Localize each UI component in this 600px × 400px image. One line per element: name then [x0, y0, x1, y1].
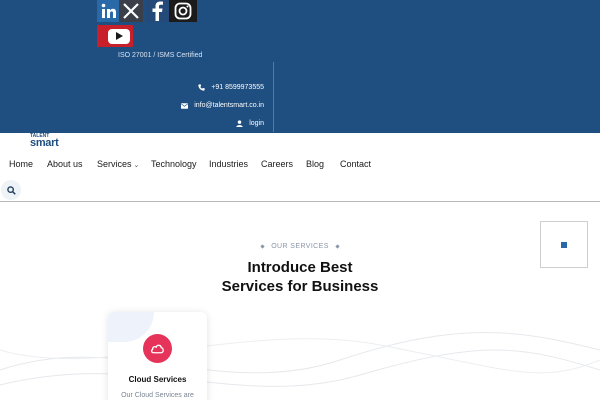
login-link[interactable]: login	[236, 120, 264, 127]
x-link[interactable]	[119, 0, 143, 22]
nav-blog[interactable]: Blog	[306, 159, 324, 169]
section-title-line-1: Introduce Best	[247, 259, 353, 276]
section-title: Introduce Best Services for Business	[0, 258, 600, 296]
nav-services-label: Services	[97, 159, 132, 169]
nav-about-us[interactable]: About us	[47, 159, 83, 169]
email-icon	[181, 102, 189, 109]
facebook-link[interactable]	[145, 0, 169, 22]
cloud-icon	[150, 344, 164, 354]
card-description: Our Cloud Services are	[121, 392, 194, 399]
x-icon	[123, 3, 139, 19]
background-waves	[0, 332, 600, 387]
instagram-link[interactable]	[169, 0, 197, 22]
facebook-icon	[152, 1, 163, 21]
linkedin-icon	[101, 3, 116, 18]
email-address: info@talentsmart.co.in	[194, 102, 264, 109]
linkedin-link[interactable]	[97, 0, 121, 22]
email-link[interactable]: info@talentsmart.co.in	[181, 102, 264, 109]
nav-careers[interactable]: Careers	[261, 159, 293, 169]
youtube-icon	[116, 32, 123, 40]
phone-link[interactable]: +91 8599973555	[198, 84, 264, 91]
site-logo[interactable]: TALENT smart	[30, 133, 68, 151]
user-icon	[236, 120, 243, 127]
nav-home[interactable]: Home	[9, 159, 33, 169]
login-label: login	[249, 120, 264, 127]
phone-number: +91 8599973555	[211, 84, 264, 91]
nav-industries[interactable]: Industries	[209, 159, 248, 169]
iso-certification: ISO 27001 / ISMS Certified	[118, 52, 203, 59]
nav-technology[interactable]: Technology	[151, 159, 197, 169]
card-icon-badge	[143, 334, 172, 363]
eyebrow-dot-left	[260, 244, 265, 249]
eyebrow-dot-right	[335, 244, 340, 249]
section-eyebrow: OUR SERVICES	[0, 243, 600, 250]
nav-divider	[0, 201, 600, 202]
header-divider	[273, 62, 274, 132]
nav-services[interactable]: Services ⌄	[97, 159, 139, 169]
eyebrow-label: OUR SERVICES	[271, 243, 329, 250]
card-title: Cloud Services	[128, 375, 187, 384]
youtube-link[interactable]	[97, 25, 133, 47]
search-icon	[6, 185, 16, 195]
search-button[interactable]	[1, 180, 21, 200]
phone-icon	[198, 84, 205, 91]
instagram-icon	[174, 2, 192, 20]
chevron-down-icon: ⌄	[133, 162, 140, 169]
service-card-cloud[interactable]: Cloud Services Our Cloud Services are	[108, 312, 207, 400]
main-nav: Home About us Services ⌄ Technology Indus…	[0, 159, 600, 173]
logo-big-text: smart	[30, 137, 59, 149]
nav-contact[interactable]: Contact	[340, 159, 371, 169]
top-header: ISO 27001 / ISMS Certified +91 859997355…	[0, 0, 600, 133]
section-title-line-2: Services for Business	[221, 278, 379, 295]
